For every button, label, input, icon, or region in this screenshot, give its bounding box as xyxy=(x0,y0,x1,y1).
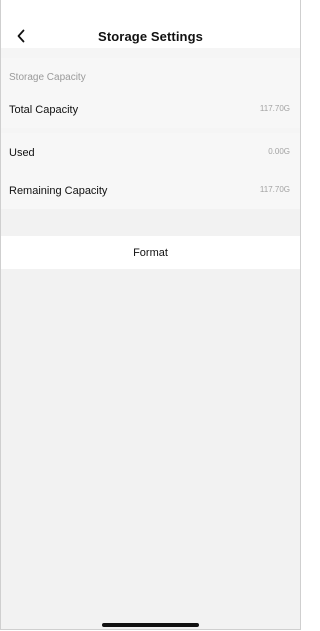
remaining-capacity-value: 117.70G xyxy=(259,185,290,194)
remaining-capacity-label: Remaining Capacity xyxy=(9,185,108,197)
storage-capacity-section-header: Storage Capacity xyxy=(1,58,300,92)
empty-content-area xyxy=(1,269,300,629)
used-capacity-label: Used xyxy=(9,147,35,159)
remaining-capacity-row: Remaining Capacity 117.70G xyxy=(1,171,300,209)
navigation-header: Storage Settings xyxy=(1,0,300,48)
section-spacer xyxy=(1,209,300,236)
used-capacity-value: 0.00G xyxy=(268,147,290,156)
storage-settings-screen: Storage Settings Storage Capacity Total … xyxy=(0,0,301,630)
used-capacity-row: Used 0.00G xyxy=(1,133,300,171)
format-label: Format xyxy=(133,246,168,259)
total-capacity-label: Total Capacity xyxy=(9,104,79,116)
format-button[interactable]: Format xyxy=(1,236,300,269)
total-capacity-value: 117.70G xyxy=(259,104,290,113)
total-capacity-row: Total Capacity 117.70G xyxy=(1,90,300,128)
page-title: Storage Settings xyxy=(98,29,203,44)
home-indicator xyxy=(102,623,199,627)
section-label: Storage Capacity xyxy=(9,72,86,83)
